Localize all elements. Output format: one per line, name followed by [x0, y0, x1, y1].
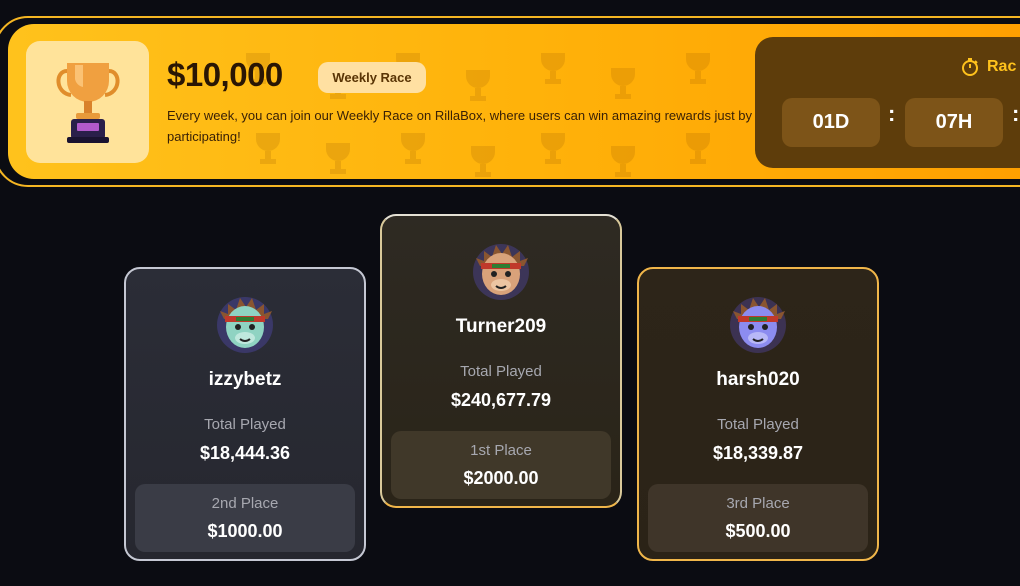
total-played-value: $18,339.87 — [712, 443, 804, 463]
trophy-tile — [26, 41, 149, 163]
place-label: 3rd Place — [726, 495, 790, 512]
prize-amount: $10,000 — [167, 56, 283, 93]
place-label: 2nd Place — [211, 495, 279, 512]
timer-header: Rac — [960, 57, 1016, 77]
leaderboard-card-second[interactable]: izzybetz Total Played $18,444.36 2nd Pla… — [124, 267, 366, 561]
leaderboard-card-third[interactable]: harsh020 Total Played $18,339.87 3rd Pla… — [637, 267, 879, 561]
place-box: 2nd Place $1000.00 — [135, 484, 355, 552]
place-prize: $1000.00 — [207, 521, 283, 541]
leaderboard-card-first[interactable]: Turner209 Total Played $240,677.79 1st P… — [380, 214, 622, 508]
monkey-avatar — [730, 297, 786, 353]
timer-hours: 07H — [905, 98, 1003, 147]
timer-separator: : — [1012, 101, 1020, 126]
race-timer-panel: Rac 01D : 07H : — [755, 37, 1020, 168]
place-prize: $500.00 — [725, 521, 791, 541]
username: Turner209 — [455, 316, 547, 337]
total-played-label: Total Played — [717, 416, 799, 433]
timer-label: Rac — [987, 58, 1017, 75]
username: harsh020 — [716, 369, 800, 390]
total-played-label: Total Played — [460, 363, 542, 380]
total-played-value: $18,444.36 — [199, 443, 291, 463]
timer-separator: : — [888, 101, 896, 126]
place-box: 1st Place $2000.00 — [391, 431, 611, 499]
total-played-value: $240,677.79 — [450, 390, 552, 410]
trophy-icon — [56, 63, 119, 143]
place-label: 1st Place — [470, 442, 532, 459]
weekly-race-badge: Weekly Race — [318, 62, 426, 93]
username: izzybetz — [208, 369, 282, 390]
total-played-label: Total Played — [204, 416, 286, 433]
place-prize: $2000.00 — [463, 468, 539, 488]
monkey-avatar — [473, 244, 529, 300]
place-box: 3rd Place $500.00 — [648, 484, 868, 552]
stopwatch-icon — [962, 58, 978, 76]
timer-days: 01D — [782, 98, 880, 147]
monkey-avatar — [217, 297, 273, 353]
race-description: Every week, you can join our Weekly Race… — [167, 108, 753, 144]
